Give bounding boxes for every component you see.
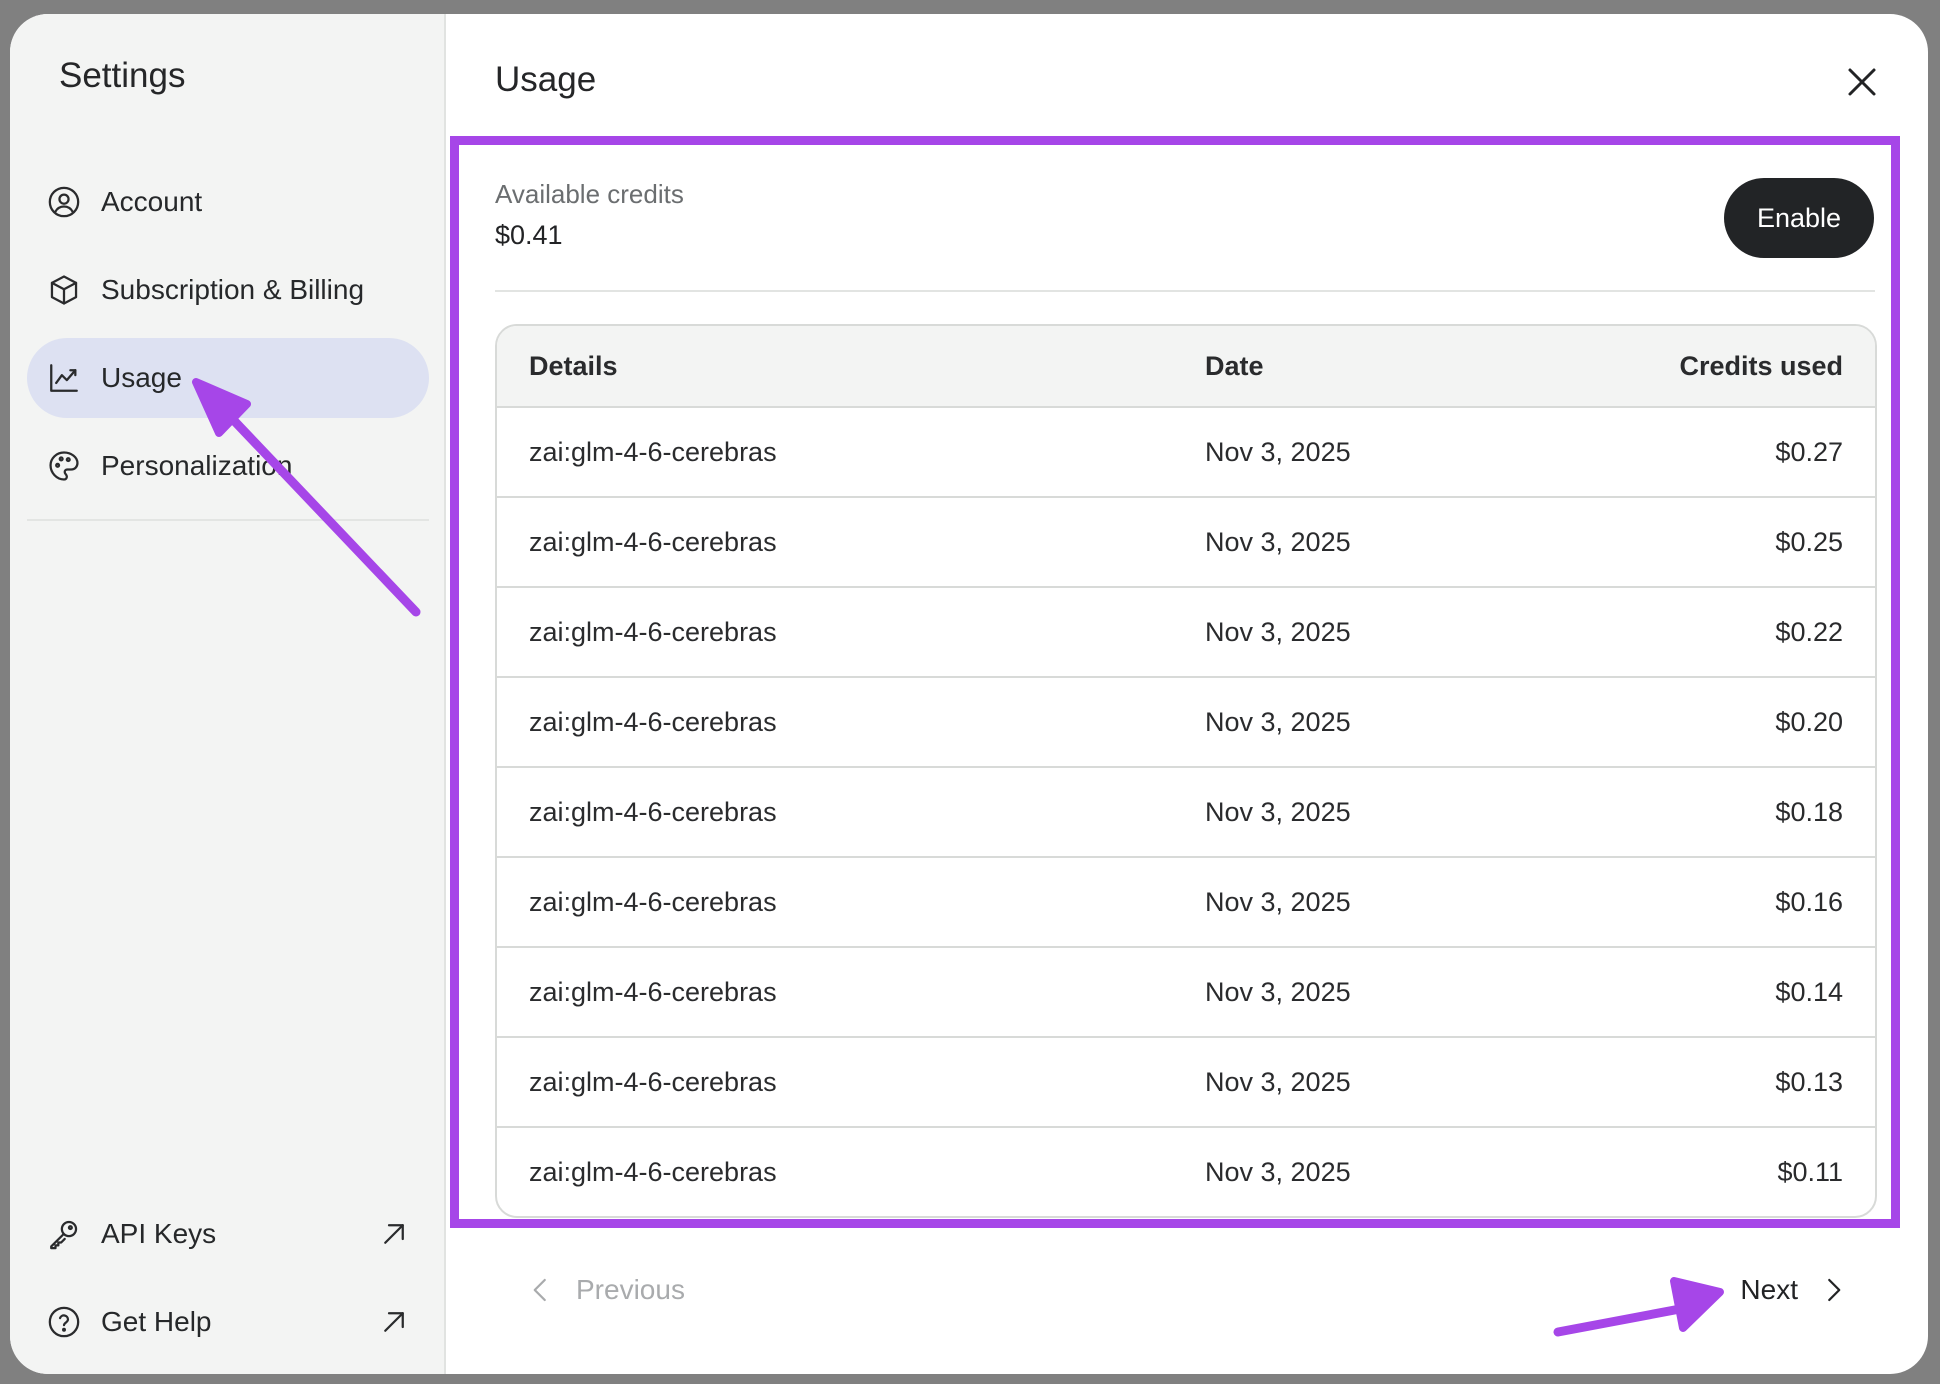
cell-details: zai:glm-4-6-cerebras: [529, 886, 777, 917]
column-header-credits-used: Credits used: [1679, 350, 1843, 381]
enable-button[interactable]: Enable: [1724, 178, 1874, 258]
palette-icon: [46, 448, 82, 484]
previous-button[interactable]: Previous: [526, 1274, 685, 1306]
key-icon: [46, 1216, 82, 1252]
next-button[interactable]: Next: [1740, 1274, 1848, 1306]
table-body: zai:glm-4-6-cerebras Nov 3, 2025 $0.27 zai:…: [497, 406, 1875, 1216]
cell-credits-used: $0.18: [1775, 796, 1843, 827]
cell-date: Nov 3, 2025: [1205, 1066, 1351, 1097]
sidebar-item-account[interactable]: Account: [27, 162, 429, 242]
sidebar-item-api-keys[interactable]: API Keys: [27, 1194, 429, 1274]
usage-panel: Usage Available credits $0.41 Enable Det…: [446, 14, 1928, 1374]
settings-nav: Account Subscription & Billing Usage Per…: [27, 162, 429, 514]
table-row: zai:glm-4-6-cerebras Nov 3, 2025 $0.11: [497, 1126, 1875, 1216]
cell-date: Nov 3, 2025: [1205, 796, 1351, 827]
sidebar-item-label: Usage: [101, 362, 182, 393]
cell-date: Nov 3, 2025: [1205, 976, 1351, 1007]
cell-details: zai:glm-4-6-cerebras: [529, 616, 777, 647]
close-icon[interactable]: [1844, 64, 1880, 100]
cell-date: Nov 3, 2025: [1205, 1156, 1351, 1187]
chevron-left-icon: [533, 1278, 546, 1302]
pagination: Previous Next: [446, 1264, 1928, 1344]
table-row: zai:glm-4-6-cerebras Nov 3, 2025 $0.20: [497, 676, 1875, 766]
user-circle-icon: [46, 184, 82, 220]
sidebar-item-subscription-billing[interactable]: Subscription & Billing: [27, 250, 429, 330]
cell-date: Nov 3, 2025: [1205, 436, 1351, 467]
cell-credits-used: $0.14: [1775, 976, 1843, 1007]
sidebar-title: Settings: [59, 56, 186, 95]
chart-line-icon: [46, 360, 82, 396]
sidebar-item-label: API Keys: [101, 1218, 217, 1249]
help-circle-icon: [46, 1304, 82, 1340]
sidebar-item-get-help[interactable]: Get Help: [27, 1282, 429, 1362]
cell-credits-used: $0.13: [1775, 1066, 1843, 1097]
sidebar-item-label: Subscription & Billing: [101, 274, 365, 305]
column-header-details: Details: [529, 350, 618, 381]
package-icon: [46, 272, 82, 308]
table-row: zai:glm-4-6-cerebras Nov 3, 2025 $0.16: [497, 856, 1875, 946]
cell-details: zai:glm-4-6-cerebras: [529, 976, 777, 1007]
sidebar-divider: [27, 519, 429, 521]
cell-details: zai:glm-4-6-cerebras: [529, 796, 777, 827]
cell-date: Nov 3, 2025: [1205, 616, 1351, 647]
table-row: zai:glm-4-6-cerebras Nov 3, 2025 $0.22: [497, 586, 1875, 676]
next-label: Next: [1740, 1274, 1798, 1305]
cell-details: zai:glm-4-6-cerebras: [529, 1156, 777, 1187]
cell-date: Nov 3, 2025: [1205, 886, 1351, 917]
sidebar-item-personalization[interactable]: Personalization: [27, 426, 429, 506]
available-credits-label: Available credits: [495, 179, 684, 209]
cell-details: zai:glm-4-6-cerebras: [529, 1066, 777, 1097]
cell-credits-used: $0.27: [1775, 436, 1843, 467]
table-row: zai:glm-4-6-cerebras Nov 3, 2025 $0.25: [497, 496, 1875, 586]
table-header: Details Date Credits used: [497, 326, 1875, 406]
column-header-date: Date: [1205, 350, 1264, 381]
sidebar-item-usage[interactable]: Usage: [27, 338, 429, 418]
page-title: Usage: [495, 60, 597, 99]
cell-credits-used: $0.22: [1775, 616, 1843, 647]
previous-label: Previous: [576, 1274, 685, 1305]
cell-credits-used: $0.11: [1777, 1156, 1843, 1187]
cell-credits-used: $0.16: [1775, 886, 1843, 917]
cell-details: zai:glm-4-6-cerebras: [529, 526, 777, 557]
chevron-right-icon: [1828, 1278, 1841, 1302]
table-row: zai:glm-4-6-cerebras Nov 3, 2025 $0.27: [497, 406, 1875, 496]
cell-date: Nov 3, 2025: [1205, 526, 1351, 557]
available-credits-value: $0.41: [495, 220, 563, 250]
arrow-up-right-icon: [384, 1224, 404, 1244]
arrow-up-right-icon: [384, 1312, 404, 1332]
sidebar-item-label: Personalization: [101, 450, 293, 481]
cell-details: zai:glm-4-6-cerebras: [529, 706, 777, 737]
usage-table: Details Date Credits used zai:glm-4-6-ce…: [495, 324, 1877, 1218]
section-divider: [495, 290, 1875, 292]
cell-credits-used: $0.25: [1775, 526, 1843, 557]
cell-date: Nov 3, 2025: [1205, 706, 1351, 737]
cell-credits-used: $0.20: [1775, 706, 1843, 737]
sidebar-item-label: Get Help: [101, 1306, 212, 1337]
table-row: zai:glm-4-6-cerebras Nov 3, 2025 $0.14: [497, 946, 1875, 1036]
settings-sidebar: Settings Account Subscription & Billing: [10, 14, 446, 1374]
cell-details: zai:glm-4-6-cerebras: [529, 436, 777, 467]
table-row: zai:glm-4-6-cerebras Nov 3, 2025 $0.13: [497, 1036, 1875, 1126]
settings-modal: Settings Account Subscription & Billing: [10, 14, 1928, 1374]
sidebar-item-label: Account: [101, 186, 203, 217]
sidebar-bottom-nav: API Keys Get Help: [27, 1194, 429, 1370]
table-row: zai:glm-4-6-cerebras Nov 3, 2025 $0.18: [497, 766, 1875, 856]
